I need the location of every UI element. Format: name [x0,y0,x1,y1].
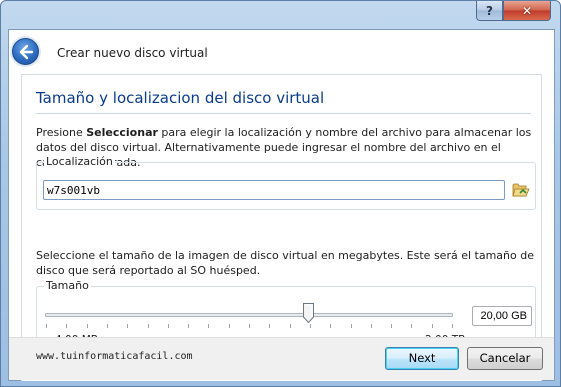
wizard-header: Crear nuevo disco virtual [9,30,554,72]
wizard-footer: www.tuinformaticafacil.com Next Cancelar [9,337,554,380]
slider-tick [148,324,149,328]
slider-tick [46,324,47,328]
wizard-page: Tamaño y localizacion del disco virtual … [21,74,542,381]
dialog-window: ? ✕ Crear nuevo disco virtual Tamaño y l… [0,0,561,387]
size-input[interactable] [472,306,532,326]
size-slider-thumb[interactable] [303,303,314,324]
website-watermark: www.tuinformaticafacil.com [36,351,193,362]
slider-tick [107,324,108,328]
slider-tick [330,324,331,328]
size-slider-track[interactable] [45,313,453,317]
dialog-title: Crear nuevo disco virtual [57,46,208,60]
slider-tick [208,324,209,328]
back-arrow-icon [19,44,34,60]
slider-tick [452,324,453,328]
location-group: Localización [36,155,536,210]
title-bar: ? ✕ [1,1,561,29]
back-button[interactable] [12,38,39,65]
slider-tick [351,324,352,328]
next-button[interactable]: Next [385,347,459,370]
slider-tick [290,324,291,328]
size-instructions: Seleccione el tamaño de la imagen de dis… [36,249,534,277]
slider-tick [432,324,433,328]
location-input[interactable] [43,180,505,200]
slider-tick [371,324,372,328]
cancel-button[interactable]: Cancelar [467,347,543,370]
slider-tick [269,324,270,328]
heading-divider [36,113,531,114]
folder-open-icon [512,183,530,197]
slider-thumb-icon [303,303,314,324]
select-location-button[interactable] [512,181,530,198]
slider-tick [310,324,311,328]
help-icon: ? [486,3,493,18]
slider-tick [249,324,250,328]
close-button[interactable]: ✕ [503,1,551,21]
instructions-text-bold: Seleccionar [86,126,158,139]
slider-tick [127,324,128,328]
dialog-client-area: Crear nuevo disco virtual Tamaño y local… [8,29,555,381]
slider-tick [188,324,189,328]
size-group-label: Tamaño [44,279,91,292]
location-group-label: Localización [44,155,115,168]
instructions-text-pre: Presione [36,126,87,139]
slider-tick [66,324,67,328]
slider-tick [168,324,169,328]
slider-tick [87,324,88,328]
page-heading: Tamaño y localizacion del disco virtual [36,89,325,107]
slider-tick [229,324,230,328]
close-icon: ✕ [521,3,533,18]
slider-tick [411,324,412,328]
slider-tick [391,324,392,328]
help-button[interactable]: ? [476,1,503,21]
